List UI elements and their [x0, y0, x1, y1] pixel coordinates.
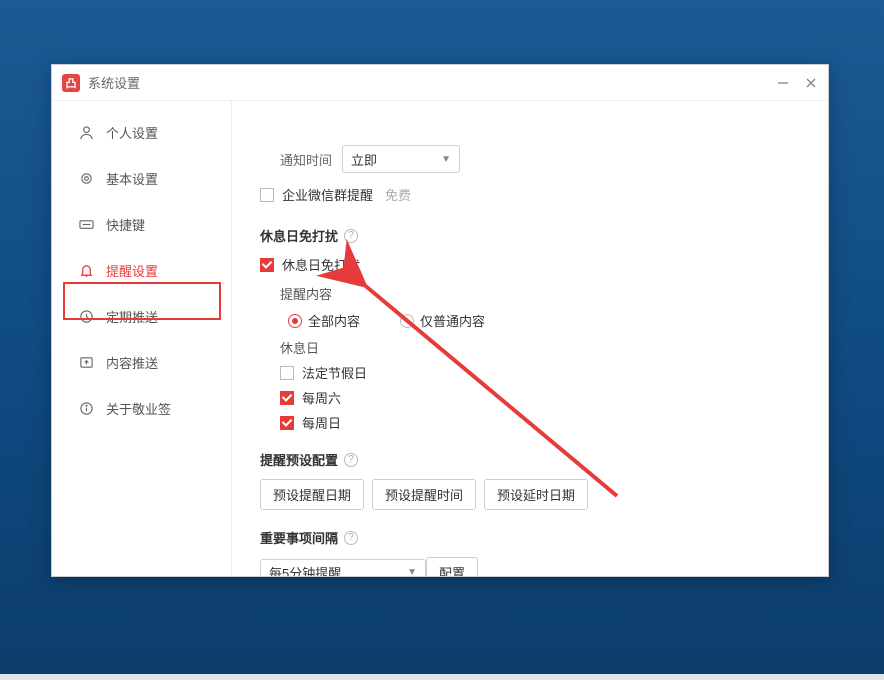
gear-icon — [78, 170, 94, 186]
preset-time-button[interactable]: 预设提醒时间 — [372, 479, 476, 510]
free-tag: 免费 — [385, 185, 411, 204]
sidebar-item-about[interactable]: 关于敬业签 — [52, 385, 231, 431]
help-icon[interactable]: ? — [344, 229, 358, 243]
notify-time-row: 通知时间 立即 ▼ — [260, 145, 800, 173]
radio-all-label: 全部内容 — [308, 311, 360, 330]
dnd-master-label: 休息日免打扰 — [282, 255, 360, 274]
dnd-title-text: 休息日免打扰 — [260, 226, 338, 245]
restday-label: 休息日 — [280, 338, 800, 357]
minimize-button[interactable] — [776, 76, 790, 90]
radio-normal-input[interactable] — [400, 314, 414, 328]
sidebar-item-reminder[interactable]: 提醒设置 — [52, 247, 231, 293]
sidebar-item-label: 快捷键 — [106, 215, 145, 234]
notify-time-value: 立即 — [351, 150, 377, 169]
info-icon — [78, 400, 94, 416]
user-icon — [78, 124, 94, 140]
preset-date-button[interactable]: 预设提醒日期 — [260, 479, 364, 510]
sidebar-item-shortcuts[interactable]: 快捷键 — [52, 201, 231, 247]
notify-time-select[interactable]: 立即 ▼ — [342, 145, 460, 173]
sidebar: 个人设置 基本设置 快捷键 提醒设置 — [52, 101, 232, 576]
chevron-down-icon: ▼ — [441, 154, 451, 165]
window-title: 系统设置 — [88, 73, 776, 92]
holiday-row: 法定节假日 — [280, 363, 800, 382]
dnd-section-title: 休息日免打扰 ? — [260, 226, 800, 245]
interval-value: 每5分钟提醒 — [269, 563, 341, 576]
holiday-label: 法定节假日 — [302, 363, 367, 382]
sidebar-item-label: 关于敬业签 — [106, 399, 171, 418]
sidebar-item-label: 提醒设置 — [106, 261, 158, 280]
preset-title-text: 提醒预设配置 — [260, 450, 338, 469]
saturday-label: 每周六 — [302, 388, 341, 407]
titlebar: 凸 系统设置 — [52, 65, 828, 101]
dnd-content-label: 提醒内容 — [280, 284, 800, 303]
chevron-down-icon: ▼ — [407, 567, 417, 576]
content-panel: 通知时间 立即 ▼ 企业微信群提醒 免费 休息日免打扰 ? 休息日免打扰 提醒内… — [232, 101, 828, 576]
holiday-checkbox[interactable] — [280, 366, 294, 380]
dnd-master-row: 休息日免打扰 — [260, 255, 800, 274]
keyboard-icon — [78, 216, 94, 232]
sunday-label: 每周日 — [302, 413, 341, 432]
sunday-row: 每周日 — [280, 413, 800, 432]
radio-all-content[interactable]: 全部内容 — [288, 311, 360, 330]
window-controls — [776, 76, 818, 90]
notify-time-label: 通知时间 — [260, 150, 332, 169]
sidebar-item-schedule-push[interactable]: 定期推送 — [52, 293, 231, 339]
sidebar-item-label: 定期推送 — [106, 307, 158, 326]
preset-delay-button[interactable]: 预设延时日期 — [484, 479, 588, 510]
interval-row: 每5分钟提醒 ▼ 配置 — [260, 557, 800, 576]
sunday-checkbox[interactable] — [280, 416, 294, 430]
app-icon: 凸 — [62, 74, 80, 92]
interval-title-text: 重要事项间隔 — [260, 528, 338, 547]
radio-all-input[interactable] — [288, 314, 302, 328]
settings-window: 凸 系统设置 个人设置 基本设置 — [51, 64, 829, 577]
notify-method-placeholder — [260, 111, 800, 139]
sidebar-item-content-push[interactable]: 内容推送 — [52, 339, 231, 385]
close-button[interactable] — [804, 76, 818, 90]
preset-buttons: 预设提醒日期 预设提醒时间 预设延时日期 — [260, 479, 800, 510]
interval-config-button[interactable]: 配置 — [426, 557, 478, 576]
sidebar-item-label: 个人设置 — [106, 123, 158, 142]
export-icon — [78, 354, 94, 370]
clock-icon — [78, 308, 94, 324]
taskbar — [0, 674, 884, 680]
dnd-content-radio-group: 全部内容 仅普通内容 — [288, 311, 800, 330]
radio-normal-only[interactable]: 仅普通内容 — [400, 311, 485, 330]
wechat-group-label: 企业微信群提醒 — [282, 185, 373, 204]
bell-icon — [78, 262, 94, 278]
interval-section-title: 重要事项间隔 ? — [260, 528, 800, 547]
window-body: 个人设置 基本设置 快捷键 提醒设置 — [52, 101, 828, 576]
dnd-master-checkbox[interactable] — [260, 258, 274, 272]
help-icon[interactable]: ? — [344, 453, 358, 467]
preset-section-title: 提醒预设配置 ? — [260, 450, 800, 469]
sidebar-item-personal[interactable]: 个人设置 — [52, 109, 231, 155]
radio-normal-label: 仅普通内容 — [420, 311, 485, 330]
interval-select[interactable]: 每5分钟提醒 ▼ — [260, 559, 426, 577]
help-icon[interactable]: ? — [344, 531, 358, 545]
saturday-row: 每周六 — [280, 388, 800, 407]
saturday-checkbox[interactable] — [280, 391, 294, 405]
sidebar-item-label: 内容推送 — [106, 353, 158, 372]
sidebar-item-basic[interactable]: 基本设置 — [52, 155, 231, 201]
wechat-group-row: 企业微信群提醒 免费 — [260, 185, 800, 204]
sidebar-item-label: 基本设置 — [106, 169, 158, 188]
wechat-group-checkbox[interactable] — [260, 188, 274, 202]
